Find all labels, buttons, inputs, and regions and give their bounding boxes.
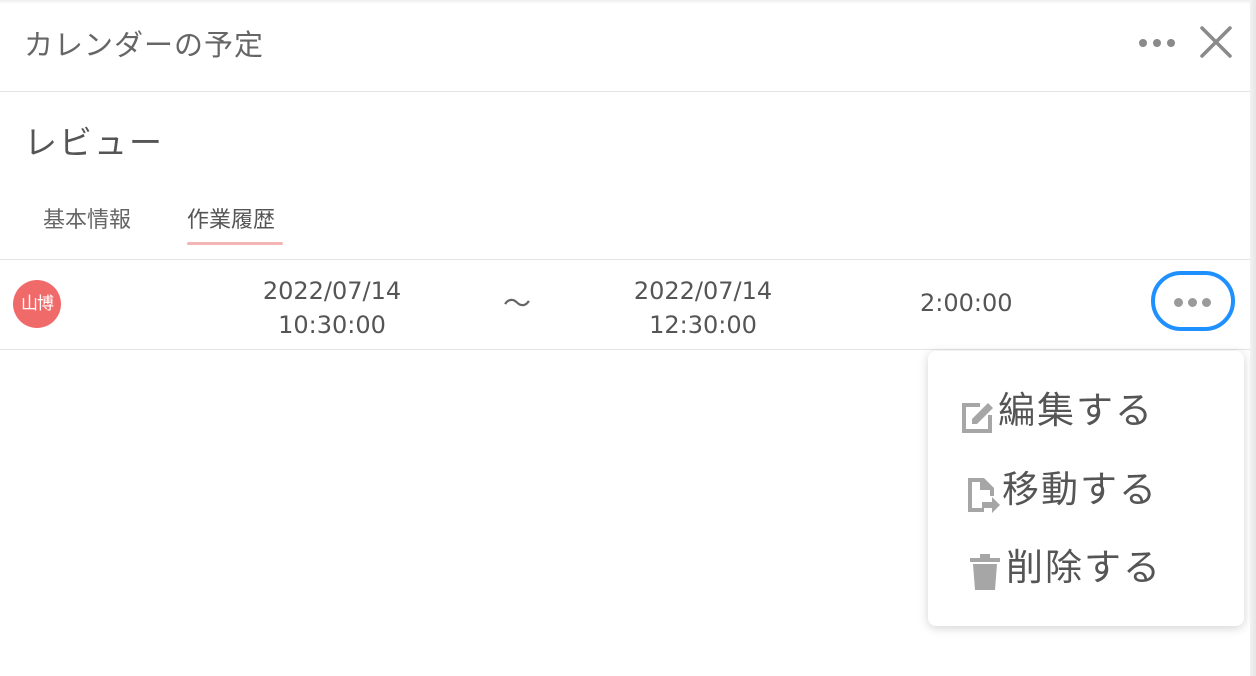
end-time: 12:30:00 xyxy=(649,311,757,339)
close-button[interactable] xyxy=(1196,22,1236,62)
panel-title: カレンダーの予定 xyxy=(24,28,265,62)
more-options-button[interactable] xyxy=(1136,30,1180,54)
start-date: 2022/07/14 xyxy=(262,277,402,305)
ellipsis-icon xyxy=(1153,39,1161,47)
menu-item-label: 編集する xyxy=(998,389,1154,432)
range-separator: 〜 xyxy=(503,287,532,320)
tab-basic-info[interactable]: 基本情報 xyxy=(43,202,131,234)
end-datetime: 2022/07/14 12:30:00 xyxy=(623,274,783,342)
ellipsis-icon xyxy=(1167,39,1175,47)
end-date: 2022/07/14 xyxy=(633,277,773,305)
menu-item-move[interactable]: 移動する xyxy=(962,464,1232,516)
trash-icon xyxy=(970,554,1000,590)
ellipsis-icon xyxy=(1174,298,1183,307)
calendar-event-panel: カレンダーの予定 レビュー 基本情報 作業履歴 山博 2022/07/14 10… xyxy=(0,0,1250,676)
event-title: レビュー xyxy=(24,123,164,162)
start-time: 10:30:00 xyxy=(278,311,386,339)
active-tab-indicator xyxy=(187,242,283,245)
menu-item-label: 削除する xyxy=(1006,546,1162,589)
history-row: 山博 2022/07/14 10:30:00 〜 2022/07/14 12:3… xyxy=(0,259,1250,350)
ellipsis-icon xyxy=(1202,298,1211,307)
avatar: 山博 xyxy=(13,280,61,328)
menu-item-label: 移動する xyxy=(1002,468,1158,511)
tab-work-history[interactable]: 作業履歴 xyxy=(187,202,275,234)
ellipsis-icon xyxy=(1188,298,1197,307)
panel-header: カレンダーの予定 xyxy=(0,0,1250,92)
panel-edge xyxy=(1250,0,1256,676)
ellipsis-icon xyxy=(1139,39,1147,47)
close-icon xyxy=(1200,26,1232,58)
row-context-menu: 編集する 移動する 削除する xyxy=(928,351,1244,626)
duration: 2:00:00 xyxy=(920,289,1013,317)
menu-item-edit[interactable]: 編集する xyxy=(958,385,1228,437)
menu-item-delete[interactable]: 削除する xyxy=(966,542,1236,594)
start-datetime: 2022/07/14 10:30:00 xyxy=(252,274,412,342)
edit-icon xyxy=(962,403,993,433)
row-more-button[interactable] xyxy=(1151,271,1235,331)
move-file-icon xyxy=(968,478,1000,513)
